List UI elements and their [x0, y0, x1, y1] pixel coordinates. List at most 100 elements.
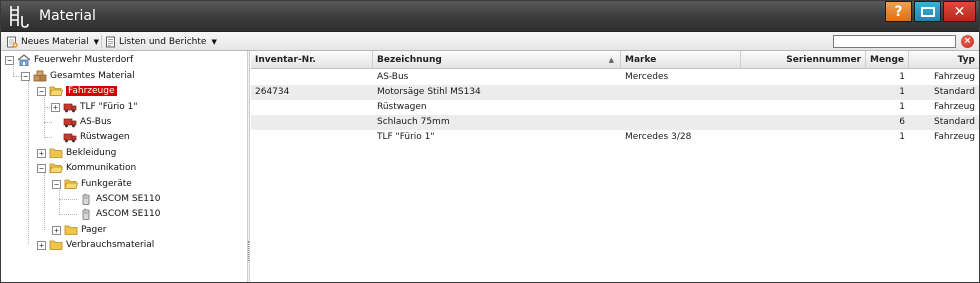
panel-splitter[interactable] — [247, 51, 250, 282]
tree-node-radio-item[interactable]: ASCOM SE110 — [79, 207, 160, 221]
boxes-icon — [33, 70, 47, 82]
cell-serial — [741, 100, 866, 115]
cell-inventory — [251, 115, 373, 130]
tree-label-selected: Fahrzeuge — [66, 86, 117, 96]
cell-brand — [621, 100, 741, 115]
cell-inventory: 264734 — [255, 87, 290, 97]
close-button[interactable]: ✕ — [943, 1, 976, 22]
help-label: ? — [894, 3, 903, 20]
column-header-brand[interactable]: Marke — [621, 51, 741, 69]
cell-serial — [741, 130, 866, 145]
folder-open-icon — [64, 179, 78, 189]
column-header-quantity[interactable]: Menge — [866, 51, 909, 69]
cell-name: Schlauch 75mm — [377, 117, 450, 127]
tree-line — [59, 188, 60, 215]
cell-type: Fahrzeug — [934, 132, 975, 142]
tree-label: Gesamtes Material — [50, 71, 135, 81]
tree-label: Verbrauchsmaterial — [66, 240, 155, 250]
table-row[interactable]: AS-Bus Mercedes 1 Fahrzeug — [251, 70, 979, 85]
grid-header: Inventar-Nr. Bezeichnung ▲ Marke Serienn… — [251, 51, 979, 69]
lists-reports-label: Listen und Berichte — [119, 36, 207, 47]
tree-label: Feuerwehr Musterdorf — [34, 55, 134, 65]
column-header-type[interactable]: Typ — [909, 51, 979, 69]
cell-quantity: 6 — [899, 117, 905, 127]
tree-node-radios[interactable]: − Funkgeräte — [52, 177, 132, 191]
close-icon: ✕ — [953, 3, 966, 20]
tree-node-vehicle-item[interactable]: Rüstwagen — [51, 130, 130, 144]
tree-node-consumables[interactable]: + Verbrauchsmaterial — [37, 238, 154, 252]
chevron-down-icon: ▼ — [211, 37, 217, 46]
collapse-icon[interactable]: − — [52, 179, 61, 189]
house-icon — [17, 54, 31, 66]
tree-line — [59, 214, 77, 215]
report-icon — [106, 36, 115, 47]
expand-icon[interactable]: + — [52, 225, 61, 235]
tree-node-vehicles[interactable]: − Fahrzeuge — [37, 84, 117, 98]
tree-label: TLF "Fürio 1" — [80, 102, 138, 112]
collapse-icon[interactable]: − — [21, 71, 30, 81]
tree-label: ASCOM SE110 — [96, 194, 161, 204]
radio-device-icon — [82, 193, 90, 205]
tree-node-communication[interactable]: − Kommunikation — [37, 161, 136, 175]
cell-type: Standard — [934, 117, 975, 127]
material-tree: − Feuerwehr Musterdorf − Gesamtes Materi… — [1, 51, 247, 282]
lists-reports-button[interactable]: Listen und Berichte ▼ — [105, 34, 217, 49]
table-row[interactable]: TLF "Fürio 1" Mercedes 3/28 1 Fahrzeug — [251, 130, 979, 145]
splitter-grip[interactable] — [248, 241, 249, 261]
table-row[interactable]: 264734 Motorsäge Stihl MS134 1 Standard — [251, 85, 979, 100]
maximize-button[interactable] — [914, 1, 941, 22]
toolbar: Neues Material ▼ Listen und Berichte ▼ × — [1, 32, 979, 51]
column-header-serial[interactable]: Seriennummer — [741, 51, 866, 69]
tree-label: Pager — [81, 225, 107, 235]
tree-line — [44, 173, 45, 230]
tree-line — [44, 95, 45, 138]
cell-brand: Mercedes 3/28 — [625, 132, 692, 142]
cell-inventory — [251, 130, 373, 145]
window-title: Material — [39, 8, 96, 24]
collapse-icon[interactable]: − — [37, 163, 46, 173]
material-grid: Inventar-Nr. Bezeichnung ▲ Marke Serienn… — [251, 51, 979, 282]
table-row[interactable]: Schlauch 75mm 6 Standard — [251, 115, 979, 130]
tree-node-root[interactable]: − Feuerwehr Musterdorf — [5, 53, 133, 67]
new-document-icon — [7, 36, 18, 48]
expand-icon[interactable]: + — [51, 102, 60, 112]
cell-serial — [741, 85, 866, 100]
help-button[interactable]: ? — [885, 1, 912, 22]
folder-icon — [64, 225, 78, 235]
cell-name: AS-Bus — [377, 72, 409, 82]
fire-truck-icon — [63, 118, 77, 128]
cell-inventory — [251, 70, 373, 85]
collapse-icon[interactable]: − — [5, 55, 14, 65]
cell-type: Fahrzeug — [934, 72, 975, 82]
search-input[interactable] — [833, 35, 956, 48]
clear-search-icon[interactable]: × — [961, 35, 974, 48]
chevron-down-icon: ▼ — [93, 37, 100, 46]
cell-name: Rüstwagen — [377, 102, 427, 112]
table-row[interactable]: Rüstwagen 1 Fahrzeug — [251, 100, 979, 115]
column-header-inventory[interactable]: Inventar-Nr. — [251, 51, 373, 69]
tree-label: AS-Bus — [80, 117, 112, 127]
tree-node-radio-item[interactable]: ASCOM SE110 — [79, 192, 160, 206]
fire-truck-icon — [63, 103, 77, 113]
column-header-name[interactable]: Bezeichnung ▲ — [373, 51, 621, 69]
tree-label: Rüstwagen — [80, 132, 130, 142]
tree-node-vehicle-item[interactable]: AS-Bus — [51, 115, 111, 129]
tree-node-clothing[interactable]: + Bekleidung — [37, 146, 116, 160]
tree-label: Kommunikation — [66, 163, 137, 173]
expand-icon[interactable]: + — [37, 240, 46, 250]
new-material-button[interactable]: Neues Material ▼ — [6, 34, 99, 49]
tree-node-pager[interactable]: + Pager — [52, 223, 107, 237]
sort-ascending-icon: ▲ — [608, 56, 614, 64]
folder-open-icon — [49, 163, 63, 173]
cell-quantity: 1 — [899, 72, 905, 82]
tree-node-all-material[interactable]: − Gesamtes Material — [21, 69, 135, 83]
title-bar: Material ? ✕ — [1, 1, 979, 32]
tree-label: Funkgeräte — [81, 179, 132, 189]
cell-quantity: 1 — [899, 102, 905, 112]
material-window: Material ? ✕ Neues Material ▼ Listen und… — [0, 0, 980, 283]
column-header-label: Bezeichnung — [377, 55, 442, 65]
tree-node-vehicle-item[interactable]: + TLF "Fürio 1" — [51, 100, 138, 114]
collapse-icon[interactable]: − — [37, 86, 46, 96]
expand-icon[interactable]: + — [37, 148, 46, 158]
cell-brand — [621, 115, 741, 130]
